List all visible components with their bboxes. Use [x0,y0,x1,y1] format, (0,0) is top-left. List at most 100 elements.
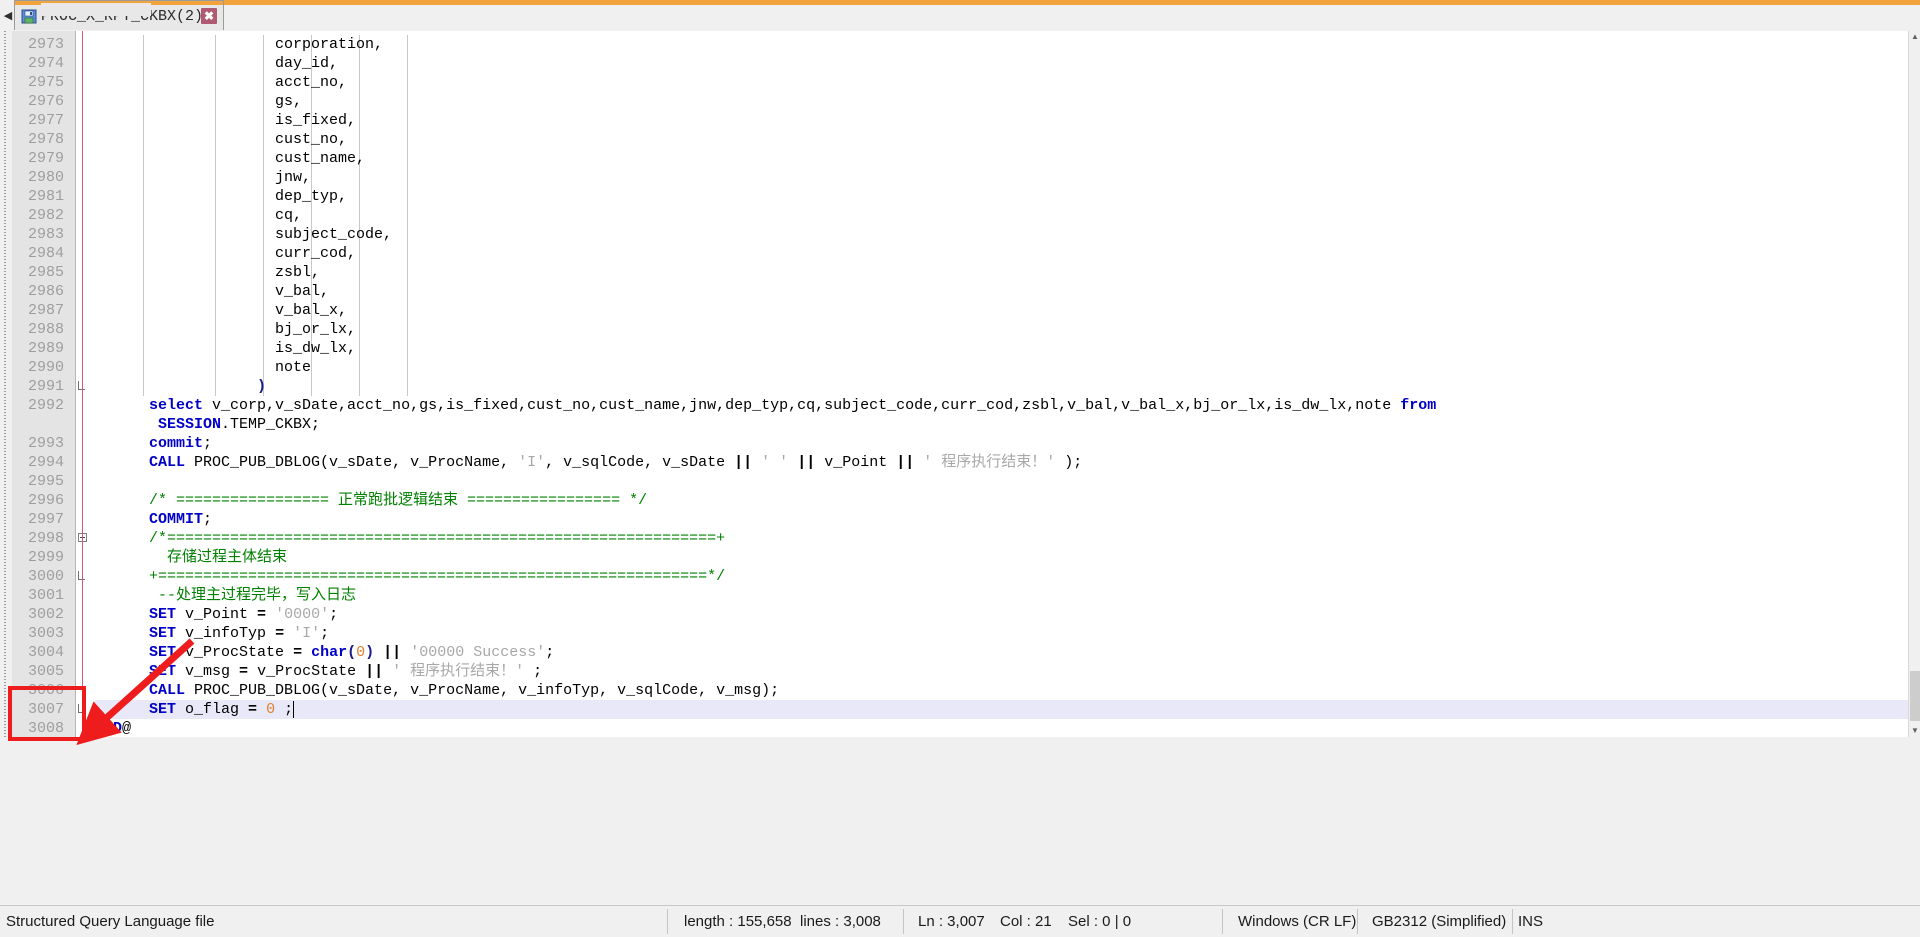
tab-title-obscured-overlay [41,3,151,16]
status-sel: Sel : 0 | 0 [1068,906,1131,937]
line-number: 2993 [12,434,64,453]
code-line[interactable]: v_bal, [95,282,329,301]
code-line[interactable]: zsbl, [95,263,320,282]
code-line[interactable]: dep_typ, [95,187,347,206]
status-sep-5 [1512,909,1513,934]
status-length: length : 155,658 [684,906,792,937]
code-line[interactable]: 存储过程主体结束 [95,548,287,567]
indent-guide [359,35,360,396]
code-line[interactable]: commit; [95,434,212,453]
code-line[interactable]: CALL PROC_PUB_DBLOG(v_sDate, v_ProcName,… [95,681,779,700]
line-number: 2976 [12,92,64,111]
line-number: 2988 [12,320,64,339]
code-line[interactable]: SET v_Point = '0000'; [95,605,338,624]
status-encoding: GB2312 (Simplified) [1372,906,1506,937]
code-line[interactable]: v_bal_x, [95,301,347,320]
vertical-scrollbar[interactable]: ▲ ▼ [1908,31,1920,737]
line-number: 2981 [12,187,64,206]
code-line[interactable]: note [95,358,311,377]
line-number: 2978 [12,130,64,149]
line-number: 2980 [12,168,64,187]
code-line[interactable]: gs, [95,92,302,111]
status-ln: Ln : 3,007 [918,906,985,937]
line-number: 3007 [12,700,64,719]
code-content[interactable]: corporation, day_id, acct_no, gs, is_fix… [95,31,1908,737]
vertical-scrollbar-thumb[interactable] [1910,671,1920,721]
save-disk-icon [21,8,37,24]
code-line[interactable]: SET v_msg = v_ProcState || ' 程序执行结束！' ; [95,662,542,681]
code-line[interactable]: --处理主过程完毕，写入日志 [95,586,356,605]
code-line[interactable]: SET o_flag = 0 ; [95,700,293,719]
code-line[interactable]: cq, [95,206,302,225]
status-sep-4 [1357,909,1358,934]
line-number: 3002 [12,605,64,624]
tab-scroll-left-icon[interactable]: ◀ [2,9,14,23]
line-number: 2975 [12,73,64,92]
tab-active-document[interactable]: PROC_X_RPT_CKBX(2).sql ✖ [14,0,224,30]
text-caret [293,701,294,718]
status-sep-3 [1222,909,1223,934]
line-number: 2985 [12,263,64,282]
line-number: 2994 [12,453,64,472]
tab-bar: ◀ PROC_X_RPT_CKBX(2).sql ✖ [0,0,1920,32]
code-line[interactable]: SET v_ProcState = char(0) || '00000 Succ… [95,643,554,662]
scroll-down-icon[interactable]: ▼ [1909,725,1920,737]
status-lines: lines : 3,008 [800,906,881,937]
code-line[interactable]: day_id, [95,54,338,73]
line-number-gutter: 2973297429752976297729782979298029812982… [12,31,75,737]
fold-margin[interactable] [76,31,95,737]
code-line[interactable]: cust_name, [95,149,365,168]
line-number: 2984 [12,244,64,263]
scroll-up-icon[interactable]: ▲ [1909,31,1920,43]
code-line[interactable]: jnw, [95,168,311,187]
line-number: 3003 [12,624,64,643]
code-line[interactable]: /*======================================… [95,529,725,548]
line-number: 2974 [12,54,64,73]
code-line[interactable]: CALL PROC_PUB_DBLOG(v_sDate, v_ProcName,… [95,453,1082,472]
status-filetype: Structured Query Language file [6,906,214,937]
code-line[interactable]: COMMIT; [95,510,212,529]
code-line[interactable]: +=======================================… [95,567,725,586]
line-number: 2989 [12,339,64,358]
line-number: 3001 [12,586,64,605]
code-line[interactable]: curr_cod, [95,244,356,263]
line-number: 2997 [12,510,64,529]
notepadpp-window: ◀ PROC_X_RPT_CKBX(2).sql ✖ 2973297429752… [0,0,1920,937]
line-number: 2996 [12,491,64,510]
close-icon[interactable]: ✖ [201,8,217,24]
line-number: 2990 [12,358,64,377]
code-line[interactable]: SET v_infoTyp = 'I'; [95,624,329,643]
code-line[interactable]: /* ================= 正常跑批逻辑结束 ==========… [95,491,647,510]
code-line[interactable]: END@ [95,719,131,737]
document-map-strip [0,31,12,737]
line-number: 2992 [12,396,64,415]
current-line-highlight [95,700,1908,719]
status-insert-mode: INS [1518,906,1543,937]
line-number: 2995 [12,472,64,491]
code-line[interactable]: acct_no, [95,73,347,92]
code-line[interactable]: select v_corp,v_sDate,acct_no,gs,is_fixe… [95,396,1436,415]
line-number: 2999 [12,548,64,567]
status-bar: Structured Query Language file length : … [0,905,1920,937]
code-line[interactable]: bj_or_lx, [95,320,356,339]
status-eol: Windows (CR LF) [1238,906,1356,937]
line-number: 2979 [12,149,64,168]
status-col: Col : 21 [1000,906,1052,937]
code-line[interactable]: is_fixed, [95,111,356,130]
indent-guide [407,35,408,396]
fold-level-line [82,31,83,737]
line-number: 2982 [12,206,64,225]
code-line[interactable]: cust_no, [95,130,347,149]
code-line[interactable]: corporation, [95,35,383,54]
tabbar-accent-stripe [28,0,1920,5]
code-line[interactable]: ) [95,377,266,396]
line-number: 2973 [12,35,64,54]
line-number: 3008 [12,719,64,737]
status-sep-2 [903,909,904,934]
code-editor[interactable]: 2973297429752976297729782979298029812982… [12,31,1908,737]
code-line[interactable]: subject_code, [95,225,392,244]
code-line[interactable]: SESSION.TEMP_CKBX; [95,415,320,434]
line-number: 2987 [12,301,64,320]
line-number: 2983 [12,225,64,244]
code-line[interactable]: is_dw_lx, [95,339,356,358]
